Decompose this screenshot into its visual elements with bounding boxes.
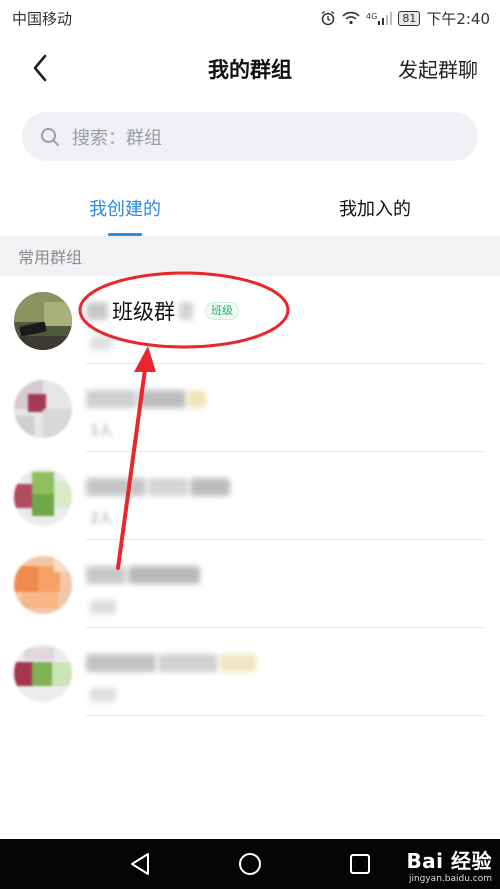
redacted-text (220, 654, 256, 672)
group-avatar (14, 468, 72, 526)
watermark-brand: Bai 经验 (406, 849, 492, 873)
system-recents-button[interactable] (347, 851, 373, 877)
redacted-member-count (90, 688, 116, 702)
nav-bar: 我的群组 发起群聊 (0, 36, 500, 100)
redacted-text (179, 302, 193, 320)
signal-icon: 4G (366, 11, 393, 25)
square-recents-icon (350, 854, 370, 874)
group-avatar (14, 292, 72, 350)
group-row[interactable] (0, 540, 500, 628)
system-nav-bar: Bai 经验 jingyan.baidu.com (0, 839, 500, 889)
member-count: 1人 (90, 423, 113, 439)
tab-label: 我创建的 (89, 199, 161, 220)
battery-indicator: 81 (398, 10, 421, 26)
redacted-text (188, 390, 206, 408)
group-avatar (14, 380, 72, 438)
network-badge: 4G (366, 11, 378, 21)
tab-bar: 我创建的 我加入的 (0, 180, 500, 236)
triangle-back-icon (131, 853, 149, 875)
group-list: 班级群 班级 1人 2人 (0, 276, 500, 716)
system-home-button[interactable] (237, 851, 263, 877)
tab-joined[interactable]: 我加入的 (250, 180, 500, 236)
system-back-button[interactable] (127, 851, 153, 877)
search-icon (41, 127, 59, 146)
group-name-line: 班级群 班级 (86, 296, 239, 326)
search-input[interactable]: 搜索：群组 (22, 112, 478, 161)
alarm-icon (320, 10, 336, 26)
group-name-line (86, 472, 230, 502)
section-header: 常用群组 (0, 236, 500, 276)
group-row[interactable]: 2人 (0, 452, 500, 540)
group-name-line (86, 384, 206, 414)
group-row[interactable]: 1人 (0, 364, 500, 452)
redacted-member-count (90, 336, 112, 350)
redacted-text (86, 654, 156, 672)
status-indicators: 4G 81 下午2:40 (320, 8, 490, 29)
class-tag-badge: 班级 (205, 302, 239, 320)
group-name: 班级群 (112, 300, 175, 324)
wifi-icon (342, 11, 360, 25)
redacted-text (190, 478, 230, 496)
back-button[interactable] (22, 50, 58, 86)
redacted-text (158, 654, 218, 672)
chevron-left-icon (33, 54, 47, 82)
redacted-text (128, 566, 200, 584)
redacted-text (86, 566, 126, 584)
redacted-text (86, 390, 136, 408)
tab-created-by-me[interactable]: 我创建的 (0, 180, 250, 236)
group-name-line (86, 648, 256, 678)
group-avatar (14, 556, 72, 614)
carrier-label: 中国移动 (12, 9, 73, 28)
tab-label: 我加入的 (339, 199, 411, 220)
group-row[interactable]: 班级群 班级 (0, 276, 500, 364)
redacted-member-count (90, 600, 116, 614)
status-bar: 中国移动 4G 81 下午2:40 (0, 0, 500, 36)
watermark-url: jingyan.baidu.com (408, 874, 492, 884)
clock-label: 下午2:40 (426, 9, 490, 28)
redacted-text (138, 390, 186, 408)
circle-home-icon (239, 853, 261, 875)
redacted-text (86, 302, 108, 320)
group-avatar (14, 644, 72, 702)
redacted-text (86, 478, 146, 496)
row-divider (86, 715, 484, 716)
group-row[interactable] (0, 628, 500, 716)
baidu-jingyan-watermark: Bai 经验 jingyan.baidu.com (406, 845, 492, 884)
redacted-text (148, 478, 188, 496)
group-name-line (86, 560, 200, 590)
start-group-chat-button[interactable]: 发起群聊 (398, 54, 478, 83)
member-count: 2人 (90, 511, 113, 527)
search-placeholder: 搜索：群组 (72, 127, 162, 149)
